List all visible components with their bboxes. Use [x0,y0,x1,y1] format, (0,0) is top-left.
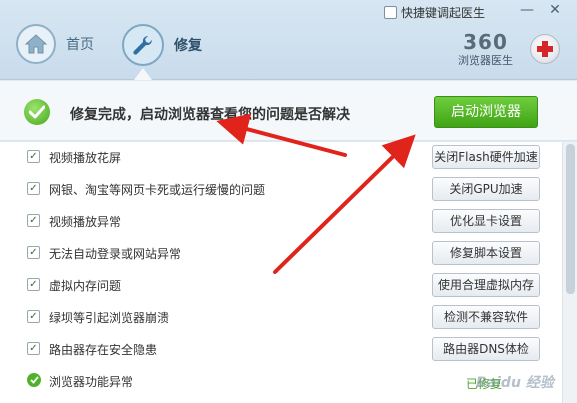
status-bar: 修复完成，启动浏览器查看您的问题是否解决 启动浏览器 [0,81,577,141]
scrollbar-thumb[interactable] [566,144,575,294]
item-checkbox[interactable]: ✓ [27,246,40,259]
item-checkbox[interactable]: ✓ [27,278,40,291]
item-action-button[interactable]: 关闭Flash硬件加速 [432,145,540,169]
list-item: ✓ 视频播放异常 优化显卡设置 [0,206,562,238]
list-item: ✓ 虚拟内存问题 使用合理虚拟内存 [0,270,562,302]
list-item: ✓ 绿坝等引起浏览器崩溃 检测不兼容软件 [0,302,562,334]
item-label: 虚拟内存问题 [49,279,122,293]
repair-list: ✓ 视频播放花屏 关闭Flash硬件加速 ✓ 网银、淘宝等网页卡死或运行缓慢的问… [0,142,562,403]
item-checkbox[interactable]: ✓ [27,342,40,355]
medical-cross-icon [530,34,560,64]
item-checkbox[interactable]: ✓ [27,310,40,323]
check-circle-icon [24,99,50,125]
list-item: ✓ 视频播放花屏 关闭Flash硬件加速 [0,142,562,174]
status-message: 修复完成，启动浏览器查看您的问题是否解决 [70,107,350,123]
item-action-button[interactable]: 关闭GPU加速 [432,177,540,201]
list-item: ✓ 无法自动登录或网站异常 修复脚本设置 [0,238,562,270]
list-item: ✓ 网银、淘宝等网页卡死或运行缓慢的问题 关闭GPU加速 [0,174,562,206]
item-label: 绿坝等引起浏览器崩溃 [49,311,170,325]
launch-browser-button[interactable]: 启动浏览器 [434,96,538,128]
shortcut-option[interactable]: 快捷键调起医生 [384,4,485,21]
item-action-button[interactable]: 使用合理虚拟内存 [432,273,540,297]
header: 快捷键调起医生 — ✕ 首页 修复 360 浏览器医生 [0,0,577,80]
nav-repair[interactable]: 修复 [122,24,202,66]
item-label: 浏览器功能异常 [49,375,134,389]
brand-subtitle: 浏览器医生 [458,54,513,67]
item-action-button[interactable]: 路由器DNS体检 [432,337,540,361]
item-action-button[interactable]: 修复脚本设置 [432,241,540,265]
minimize-button[interactable]: — [516,0,538,22]
nav-home[interactable]: 首页 [16,24,94,64]
item-checkbox[interactable]: ✓ [27,150,40,163]
close-button[interactable]: ✕ [544,0,566,22]
item-label: 视频播放异常 [49,215,122,229]
item-label: 视频播放花屏 [49,151,122,165]
item-label: 网银、淘宝等网页卡死或运行缓慢的问题 [49,183,266,197]
item-checkbox[interactable]: ✓ [27,214,40,227]
home-icon [16,24,56,64]
brand: 360 浏览器医生 [458,30,513,68]
item-label: 无法自动登录或网站异常 [49,247,182,261]
brand-number: 360 [463,30,508,54]
item-label: 路由器存在安全隐患 [49,343,158,357]
check-circle-icon [27,373,41,387]
list-scrollbar[interactable] [562,142,577,403]
watermark: Baidu 经验 [476,375,554,391]
item-action-button[interactable]: 优化显卡设置 [432,209,540,233]
item-checkbox[interactable]: ✓ [27,182,40,195]
shortcut-checkbox[interactable] [384,6,397,19]
nav-home-label: 首页 [66,37,94,53]
list-item: ✓ 路由器存在安全隐患 路由器DNS体检 [0,334,562,366]
nav-repair-label: 修复 [174,38,202,54]
shortcut-label: 快捷键调起医生 [401,6,486,20]
wrench-icon [122,24,164,66]
nav-active-pointer [134,68,152,80]
item-action-button[interactable]: 检测不兼容软件 [432,305,540,329]
